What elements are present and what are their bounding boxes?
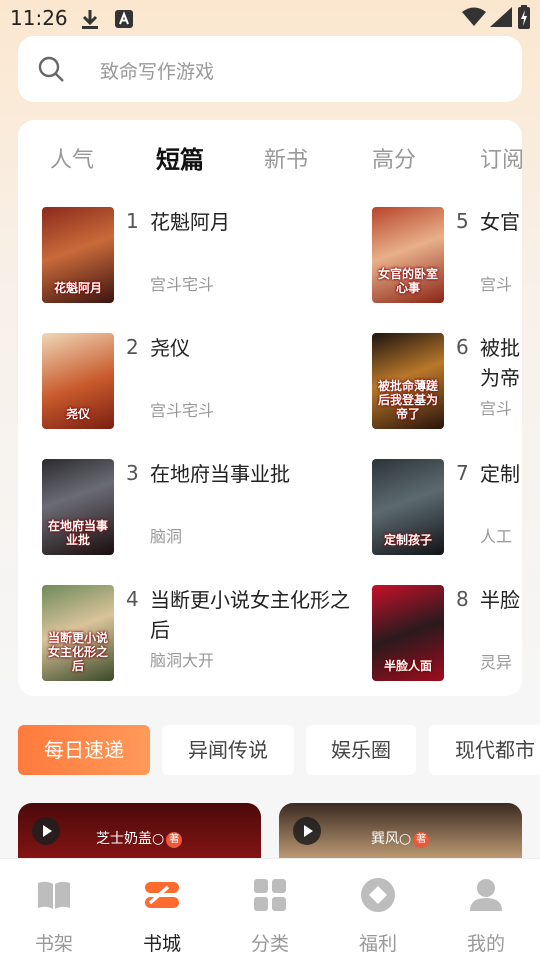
book-title: 半脸 xyxy=(480,588,520,612)
book-cover: 被批命薄蹉后我登基为帝了 xyxy=(372,333,444,429)
bookstore-icon xyxy=(145,882,179,908)
nav-bookstore[interactable]: 书城 xyxy=(108,859,216,960)
book-item[interactable]: 尧仪 2 尧仪 宫斗宅斗 xyxy=(42,333,352,429)
wifi-icon xyxy=(462,7,486,26)
play-icon[interactable] xyxy=(293,817,321,845)
video-card[interactable]: 巽风○ 著 xyxy=(279,803,522,863)
video-card[interactable]: 芝士奶盖○ 著 xyxy=(18,803,261,863)
book-cover: 半脸人面 xyxy=(372,585,444,681)
book-item[interactable]: 定制孩子 7 定制 人工 xyxy=(372,459,522,555)
tab-high-score[interactable]: 高分 xyxy=(372,142,416,174)
chip-entertainment[interactable]: 娱乐圈 xyxy=(306,725,416,775)
rank-number: 8 xyxy=(456,587,469,611)
nav-bookshelf[interactable]: 书架 xyxy=(0,859,108,960)
book-genre: 宫斗 xyxy=(480,275,513,294)
nav-profile[interactable]: 我的 xyxy=(432,859,540,960)
battery-charging-icon xyxy=(518,5,530,29)
author-badge: 著 xyxy=(413,832,430,848)
tab-short[interactable]: 短篇 xyxy=(156,140,204,175)
signal-icon xyxy=(490,7,512,27)
book-item[interactable]: 被批命薄蹉后我登基为帝了 6 被批为帝 宫斗 xyxy=(372,333,522,429)
book-item[interactable]: 女官的卧室心事 5 女官 宫斗 xyxy=(372,207,522,303)
ranking-card: 人气 短篇 新书 高分 订阅 花魁阿月 1 花魁阿月 宫斗宅斗 尧仪 2 尧仪 … xyxy=(18,120,522,696)
diamond-coin-icon xyxy=(361,878,395,912)
tab-new[interactable]: 新书 xyxy=(264,142,308,174)
download-icon xyxy=(82,10,98,29)
book-genre: 宫斗宅斗 xyxy=(150,275,215,294)
bottom-nav: 书架 书城 分类 福利 我的 xyxy=(0,858,540,960)
book-title: 女官 xyxy=(480,210,520,234)
book-title: 当断更小说女主化形之后 xyxy=(150,588,350,642)
status-time: 11:26 xyxy=(10,6,68,30)
chip-legends[interactable]: 异闻传说 xyxy=(162,725,294,775)
book-cover: 花魁阿月 xyxy=(42,207,114,303)
rank-number: 6 xyxy=(456,335,469,359)
rank-number: 7 xyxy=(456,461,469,485)
user-icon xyxy=(470,879,502,911)
author-badge: 著 xyxy=(166,832,183,848)
nav-category[interactable]: 分类 xyxy=(216,859,324,960)
book-title: 尧仪 xyxy=(150,336,190,360)
book-title: 花魁阿月 xyxy=(150,210,230,234)
rank-number: 2 xyxy=(126,335,139,359)
tab-subscribe[interactable]: 订阅 xyxy=(480,142,522,174)
play-icon[interactable] xyxy=(32,817,60,845)
book-cover: 当断更小说女主化形之后 xyxy=(42,585,114,681)
book-cover: 定制孩子 xyxy=(372,459,444,555)
book-cover: 女官的卧室心事 xyxy=(372,207,444,303)
book-item[interactable]: 半脸人面 8 半脸 灵异 xyxy=(372,585,522,681)
book-genre: 宫斗宅斗 xyxy=(150,401,215,420)
search-placeholder: 致命写作游戏 xyxy=(100,61,215,83)
rank-number: 4 xyxy=(126,587,139,611)
book-genre: 脑洞大开 xyxy=(150,651,215,670)
rank-number: 3 xyxy=(126,461,139,485)
chip-modern-city[interactable]: 现代都市 xyxy=(429,725,540,775)
book-cover: 在地府当事业批 xyxy=(42,459,114,555)
book-title: 在地府当事业批 xyxy=(150,462,290,486)
chip-daily-express[interactable]: 每日速递 xyxy=(18,725,150,775)
video-author: 巽风○ xyxy=(371,831,412,847)
nav-welfare[interactable]: 福利 xyxy=(324,859,432,960)
category-chips: 每日速递 异闻传说 娱乐圈 现代都市 xyxy=(18,725,540,775)
video-author: 芝士奶盖○ xyxy=(96,831,165,847)
a-badge-icon xyxy=(115,10,133,28)
tab-popular[interactable]: 人气 xyxy=(50,142,94,174)
book-item[interactable]: 当断更小说女主化形之后 4 当断更小说女主化形之后 脑洞大开 xyxy=(42,585,352,681)
book-cover: 尧仪 xyxy=(42,333,114,429)
search-icon xyxy=(38,56,64,82)
search-bar[interactable]: 致命写作游戏 xyxy=(18,36,522,102)
book-genre: 人工 xyxy=(480,527,513,546)
book-item[interactable]: 花魁阿月 1 花魁阿月 宫斗宅斗 xyxy=(42,207,352,303)
book-title: 被批为帝 xyxy=(480,336,520,390)
grid-icon xyxy=(254,879,286,911)
rank-number: 5 xyxy=(456,209,469,233)
status-bar: 11:26 xyxy=(0,0,540,36)
book-genre: 灵异 xyxy=(480,653,513,672)
book-title: 定制 xyxy=(480,462,520,486)
book-genre: 宫斗 xyxy=(480,399,513,418)
book-item[interactable]: 在地府当事业批 3 在地府当事业批 脑洞 xyxy=(42,459,352,555)
book-genre: 脑洞 xyxy=(150,527,183,546)
book-open-icon xyxy=(38,881,70,909)
rank-number: 1 xyxy=(126,209,139,233)
